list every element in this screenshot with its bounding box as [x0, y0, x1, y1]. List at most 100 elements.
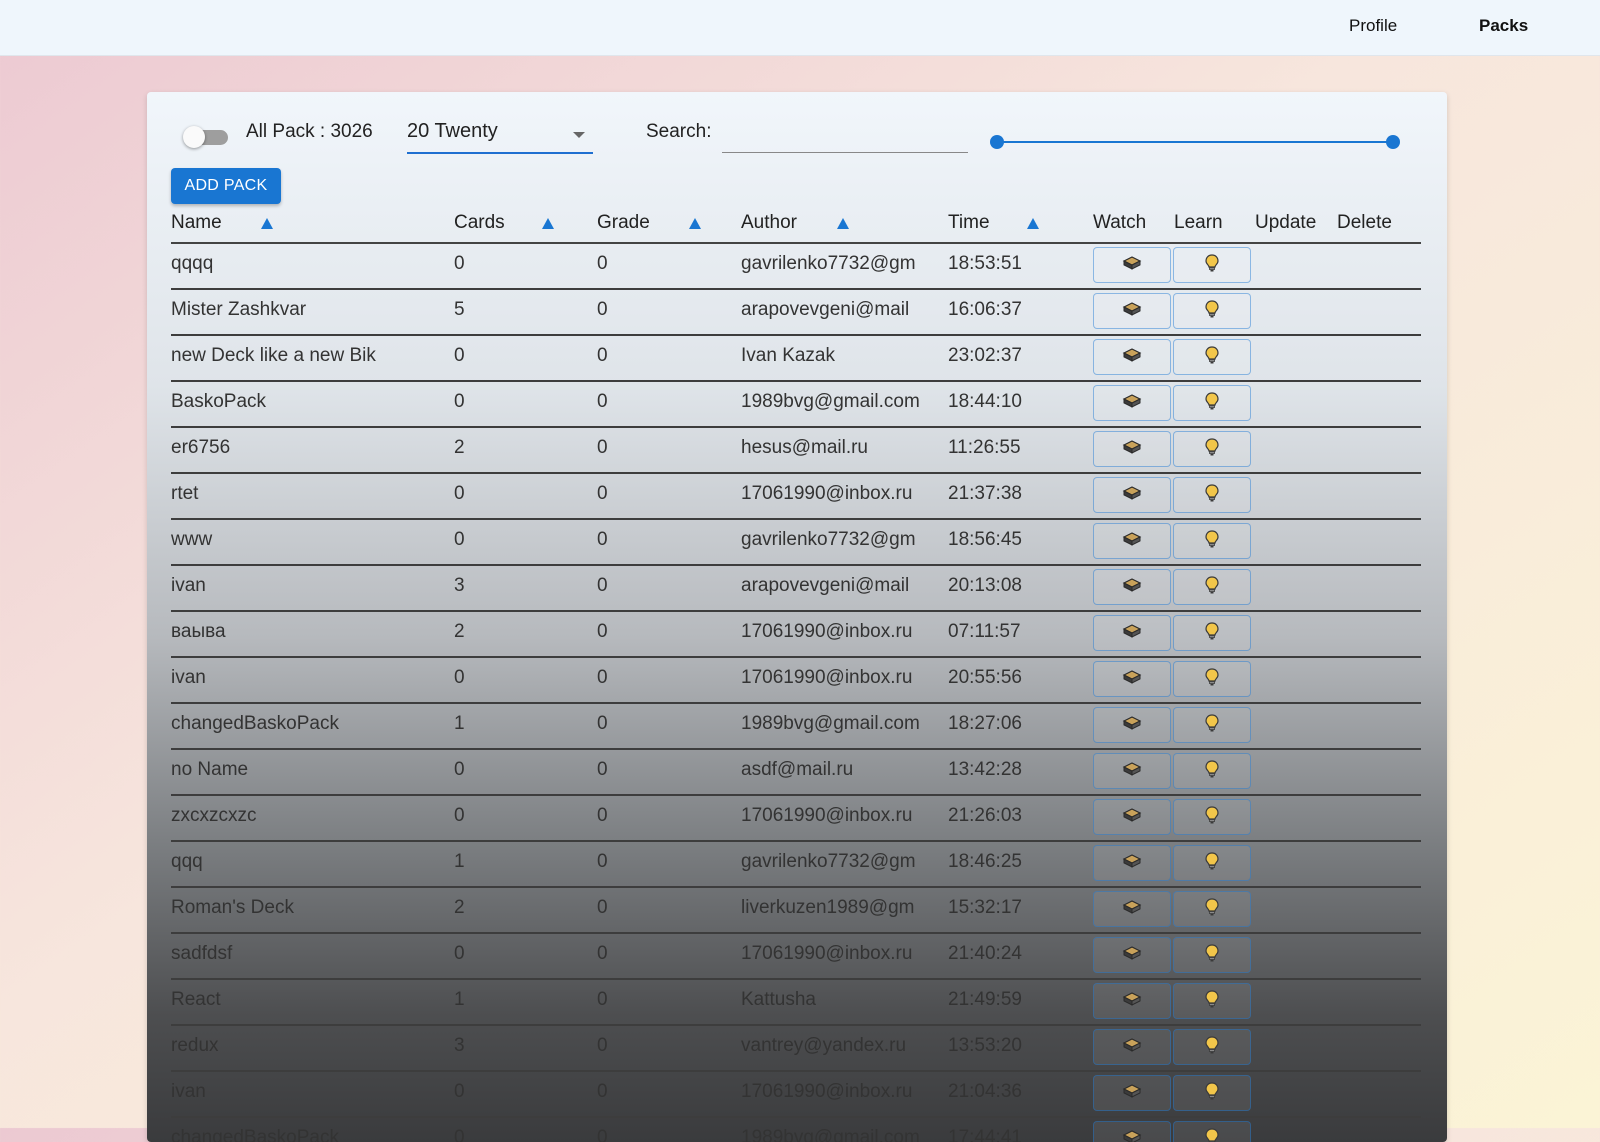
pack-grade: 0 [597, 529, 657, 551]
watch-button[interactable] [1093, 385, 1171, 421]
learn-button[interactable] [1173, 569, 1251, 605]
all-pack-count: All Pack : 3026 [246, 121, 373, 143]
table-body: qqqq00gavrilenko7732@gm18:53:51Mister Za… [171, 244, 1421, 1142]
table-header: Name Cards Grade Author Time Watch Learn… [171, 208, 1421, 244]
pack-author: arapovevgeni@mail [741, 299, 933, 321]
table-row: ivan0017061990@inbox.ru20:55:56 [171, 658, 1421, 704]
watch-button[interactable] [1093, 753, 1171, 789]
learn-button[interactable] [1173, 523, 1251, 559]
cards-range-slider[interactable] [990, 134, 1400, 150]
learn-button[interactable] [1173, 891, 1251, 927]
slider-max-handle[interactable] [1386, 135, 1400, 149]
book-icon [1122, 805, 1142, 830]
watch-button[interactable] [1093, 799, 1171, 835]
lightbulb-icon [1202, 621, 1222, 646]
learn-button[interactable] [1173, 1121, 1251, 1142]
sort-arrow-up-icon[interactable] [261, 218, 273, 229]
sort-arrow-up-icon[interactable] [689, 218, 701, 229]
watch-button[interactable] [1093, 1029, 1171, 1065]
book-icon [1122, 437, 1142, 462]
watch-button[interactable] [1093, 983, 1171, 1019]
pack-time: 18:27:06 [948, 713, 1048, 735]
pack-name: ivan [171, 1081, 441, 1103]
learn-button[interactable] [1173, 753, 1251, 789]
watch-button[interactable] [1093, 661, 1171, 697]
learn-button[interactable] [1173, 707, 1251, 743]
table-row: changedBaskoPack101989bvg@gmail.com18:27… [171, 704, 1421, 750]
watch-button[interactable] [1093, 339, 1171, 375]
table-row: redux30vantrey@yandex.ru13:53:20 [171, 1026, 1421, 1072]
pack-grade: 0 [597, 943, 657, 965]
packs-table: Name Cards Grade Author Time Watch Learn… [171, 208, 1421, 1142]
book-icon [1122, 1035, 1142, 1060]
pack-grade: 0 [597, 805, 657, 827]
book-icon [1122, 529, 1142, 554]
book-icon [1122, 1081, 1142, 1106]
pack-name: redux [171, 1035, 441, 1057]
lightbulb-icon [1202, 529, 1222, 554]
watch-button[interactable] [1093, 477, 1171, 513]
pack-time: 13:53:20 [948, 1035, 1048, 1057]
learn-button[interactable] [1173, 339, 1251, 375]
book-icon [1122, 897, 1142, 922]
nav-packs-link[interactable]: Packs [1479, 16, 1528, 36]
watch-button[interactable] [1093, 937, 1171, 973]
watch-button[interactable] [1093, 891, 1171, 927]
learn-button[interactable] [1173, 983, 1251, 1019]
learn-button[interactable] [1173, 477, 1251, 513]
table-row: zxcxzcxzc0017061990@inbox.ru21:26:03 [171, 796, 1421, 842]
watch-button[interactable] [1093, 523, 1171, 559]
nav-profile-link[interactable]: Profile [1349, 16, 1397, 36]
pack-author: gavrilenko7732@gm [741, 529, 933, 551]
book-icon [1122, 345, 1142, 370]
pack-name: BaskoPack [171, 391, 441, 413]
sort-arrow-up-icon[interactable] [542, 218, 554, 229]
pack-author: Ivan Kazak [741, 345, 933, 367]
learn-button[interactable] [1173, 1029, 1251, 1065]
pack-name: Roman's Deck [171, 897, 441, 919]
slider-min-handle[interactable] [990, 135, 1004, 149]
pack-cards: 0 [454, 345, 514, 367]
lightbulb-icon [1202, 391, 1222, 416]
learn-button[interactable] [1173, 293, 1251, 329]
learn-button[interactable] [1173, 799, 1251, 835]
pack-name: ivan [171, 575, 441, 597]
header-author: Author [741, 212, 797, 234]
pack-cards: 2 [454, 437, 514, 459]
pack-author: hesus@mail.ru [741, 437, 933, 459]
learn-button[interactable] [1173, 615, 1251, 651]
watch-button[interactable] [1093, 845, 1171, 881]
watch-button[interactable] [1093, 1075, 1171, 1111]
my-packs-toggle[interactable] [183, 126, 229, 148]
pack-grade: 0 [597, 667, 657, 689]
page-size-select[interactable]: 20 Twenty [407, 118, 593, 154]
learn-button[interactable] [1173, 385, 1251, 421]
watch-button[interactable] [1093, 569, 1171, 605]
search-input[interactable] [722, 118, 968, 153]
watch-button[interactable] [1093, 247, 1171, 283]
sort-arrow-up-icon[interactable] [1027, 218, 1039, 229]
pack-grade: 0 [597, 1035, 657, 1057]
lightbulb-icon [1202, 851, 1222, 876]
learn-button[interactable] [1173, 247, 1251, 283]
watch-button[interactable] [1093, 1121, 1171, 1142]
add-pack-button[interactable]: ADD PACK [171, 168, 281, 204]
watch-button[interactable] [1093, 431, 1171, 467]
watch-button[interactable] [1093, 615, 1171, 651]
learn-button[interactable] [1173, 431, 1251, 467]
book-icon [1122, 575, 1142, 600]
learn-button[interactable] [1173, 937, 1251, 973]
lightbulb-icon [1202, 897, 1222, 922]
pack-cards: 0 [454, 529, 514, 551]
sort-arrow-up-icon[interactable] [837, 218, 849, 229]
learn-button[interactable] [1173, 845, 1251, 881]
watch-button[interactable] [1093, 293, 1171, 329]
learn-button[interactable] [1173, 1075, 1251, 1111]
table-row: sadfdsf0017061990@inbox.ru21:40:24 [171, 934, 1421, 980]
pack-author: 17061990@inbox.ru [741, 943, 933, 965]
learn-button[interactable] [1173, 661, 1251, 697]
watch-button[interactable] [1093, 707, 1171, 743]
pack-author: Kattusha [741, 989, 933, 1011]
pack-cards: 0 [454, 667, 514, 689]
lightbulb-icon [1202, 437, 1222, 462]
